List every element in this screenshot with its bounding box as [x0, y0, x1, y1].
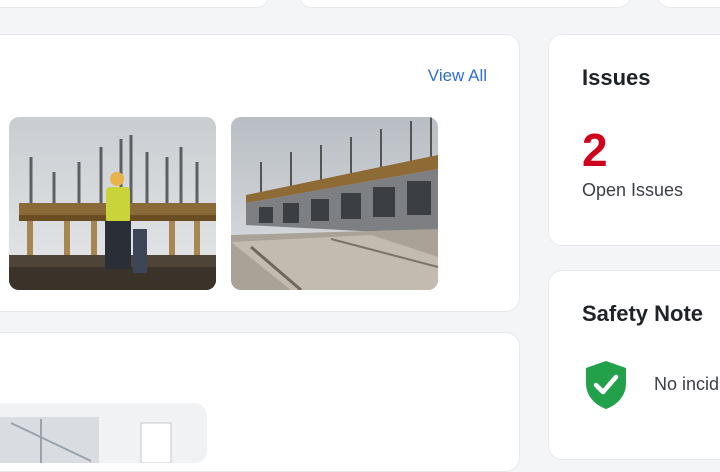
open-issues-count: 2: [582, 124, 608, 176]
construction-photo-worker: [9, 117, 216, 290]
site-photo-thumbnail[interactable]: [9, 117, 216, 290]
safety-title: Safety Note: [582, 301, 704, 326]
site-photo-thumbnail[interactable]: [231, 117, 438, 290]
summary-card-2: [298, 0, 632, 8]
open-issues-label: Open Issues: [582, 180, 684, 200]
document-thumbnail[interactable]: [0, 403, 207, 463]
summary-card-3: [656, 0, 720, 8]
shield-check-icon: [586, 361, 626, 409]
summary-card-1: [0, 0, 270, 8]
document-preview-icon: [0, 417, 172, 463]
issues-card[interactable]: Issues 2 Open Issues: [548, 34, 720, 246]
construction-photo-structure: [231, 117, 438, 290]
documents-card: [0, 332, 520, 472]
view-all-link[interactable]: View All: [428, 66, 487, 86]
site-photos-card: View All: [0, 34, 520, 312]
issues-title: Issues: [582, 65, 651, 90]
safety-notes-card: Safety Note No incid: [548, 270, 720, 460]
safety-status-text: No incid: [654, 374, 720, 394]
